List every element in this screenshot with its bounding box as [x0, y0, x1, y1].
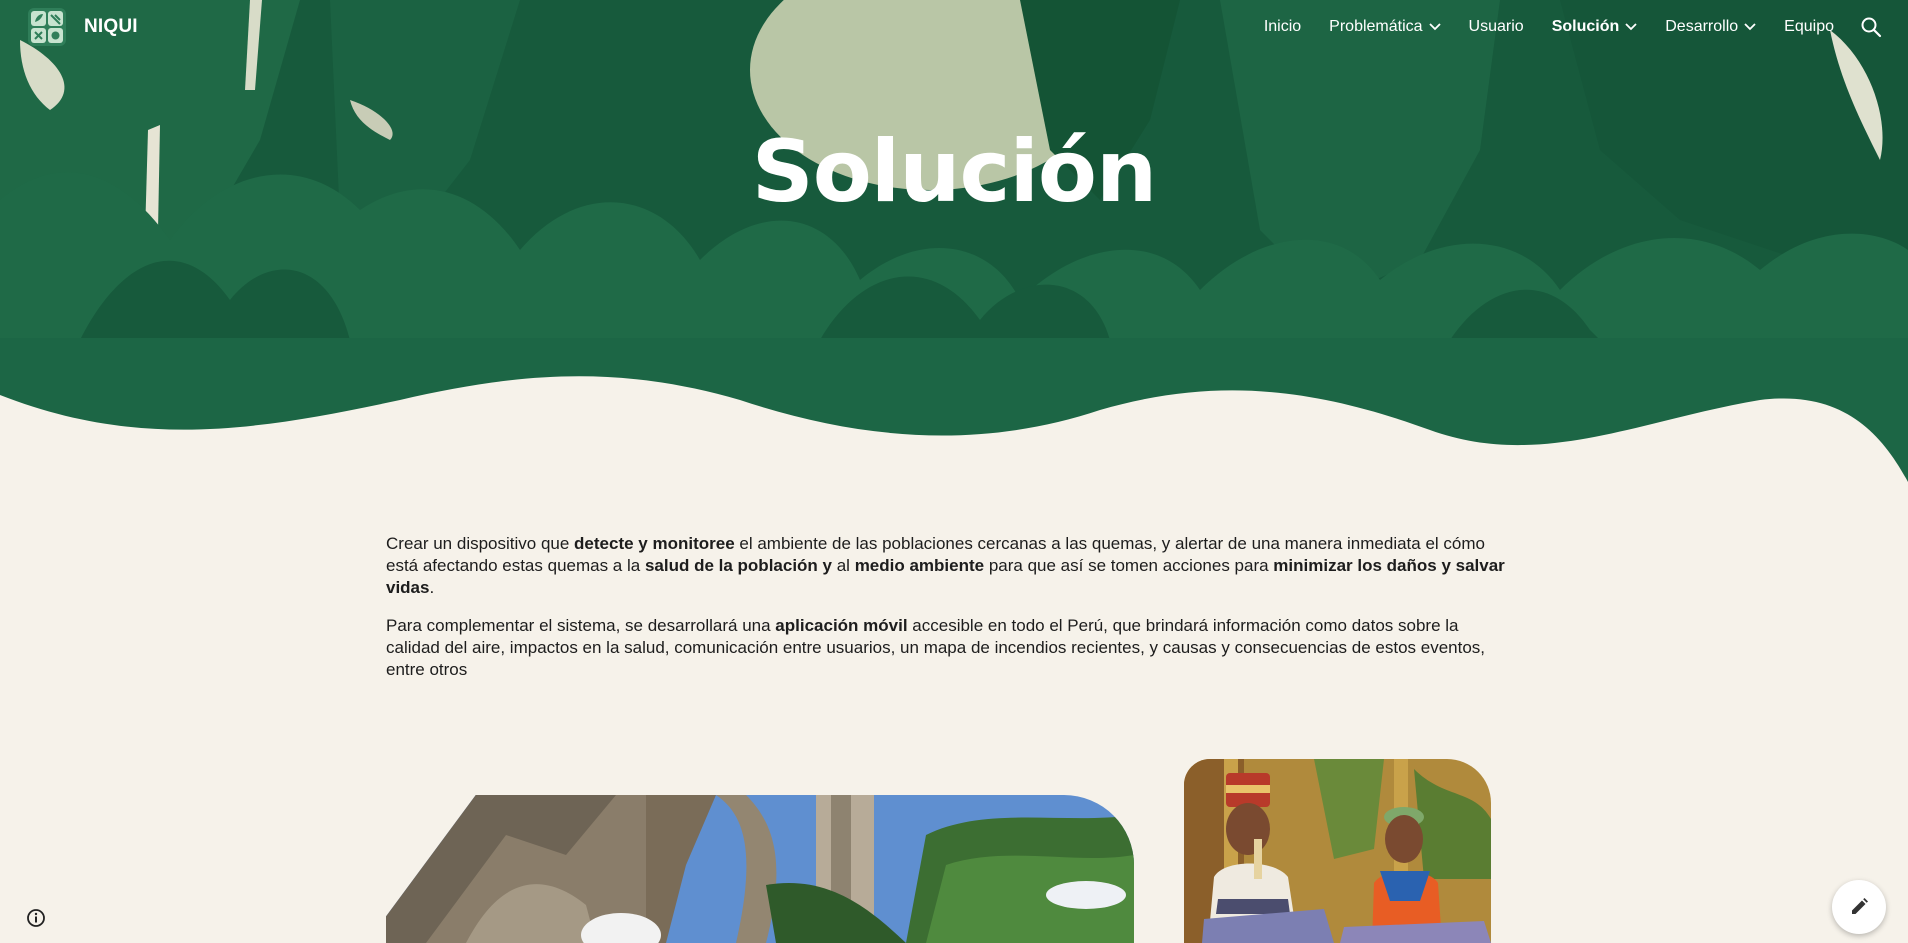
site-home-link[interactable]: NIQUI	[28, 6, 138, 48]
body-text: Crear un dispositivo que	[386, 534, 575, 553]
nav-item-label: Equipo	[1784, 18, 1834, 35]
leaf-grid-logo-icon	[28, 8, 66, 46]
info-icon[interactable]	[24, 906, 48, 930]
edit-button[interactable]	[1832, 880, 1886, 934]
nav-item-label: Problemática	[1329, 18, 1423, 35]
forest-device-image	[386, 795, 1134, 943]
paragraph-mobile-app: Para complementar el sistema, se desarro…	[386, 615, 1516, 681]
body-text: para que así se tomen acciones para	[984, 556, 1274, 575]
search-icon[interactable]	[1860, 16, 1882, 38]
chevron-down-icon[interactable]	[1744, 23, 1756, 31]
body-text: Para complementar el sistema, se desarro…	[386, 616, 776, 635]
nav-item-equipo[interactable]: Equipo	[1784, 18, 1834, 36]
hero-banner: NIQUI Inicio Problemática Usuario Soluci…	[0, 0, 1908, 490]
pencil-icon	[1852, 898, 1868, 914]
paragraph-objective: Crear un dispositivo que detecte y monit…	[386, 533, 1516, 599]
nav-item-label: Usuario	[1468, 18, 1524, 35]
emphasis-text: detecte y monitoree	[574, 534, 735, 553]
nav-item-label: Desarrollo	[1665, 18, 1739, 35]
emphasis-text: salud de la población y	[644, 556, 832, 575]
nav-item-problematica[interactable]: Problemática	[1329, 18, 1441, 36]
jungle-illustration	[0, 0, 1908, 490]
indigenous-people-image	[1184, 759, 1491, 943]
nav-item-label: Solución	[1551, 18, 1620, 35]
chevron-down-icon[interactable]	[1428, 23, 1441, 31]
top-navigation: NIQUI Inicio Problemática Usuario Soluci…	[0, 0, 1908, 54]
forest-photo	[386, 795, 1134, 943]
chevron-down-icon[interactable]	[1625, 23, 1637, 31]
nav-item-usuario[interactable]: Usuario	[1469, 18, 1524, 36]
body-text: al	[832, 556, 855, 575]
emphasis-text: medio ambiente	[854, 556, 985, 575]
site-name: NIQUI	[84, 16, 138, 37]
nav-item-solucion[interactable]: Solución	[1552, 18, 1638, 36]
intro-text: Crear un dispositivo que detecte y monit…	[386, 533, 1516, 697]
nav-item-inicio[interactable]: Inicio	[1264, 18, 1301, 36]
main-menu: Inicio Problemática Usuario Solución Des…	[1236, 0, 1882, 54]
emphasis-text: aplicación móvil	[775, 616, 908, 635]
nav-item-label: Inicio	[1263, 18, 1302, 35]
nav-item-desarrollo[interactable]: Desarrollo	[1665, 18, 1756, 36]
body-text: .	[429, 578, 435, 597]
page-title: Solución	[751, 122, 1158, 222]
people-photo	[1184, 759, 1491, 943]
